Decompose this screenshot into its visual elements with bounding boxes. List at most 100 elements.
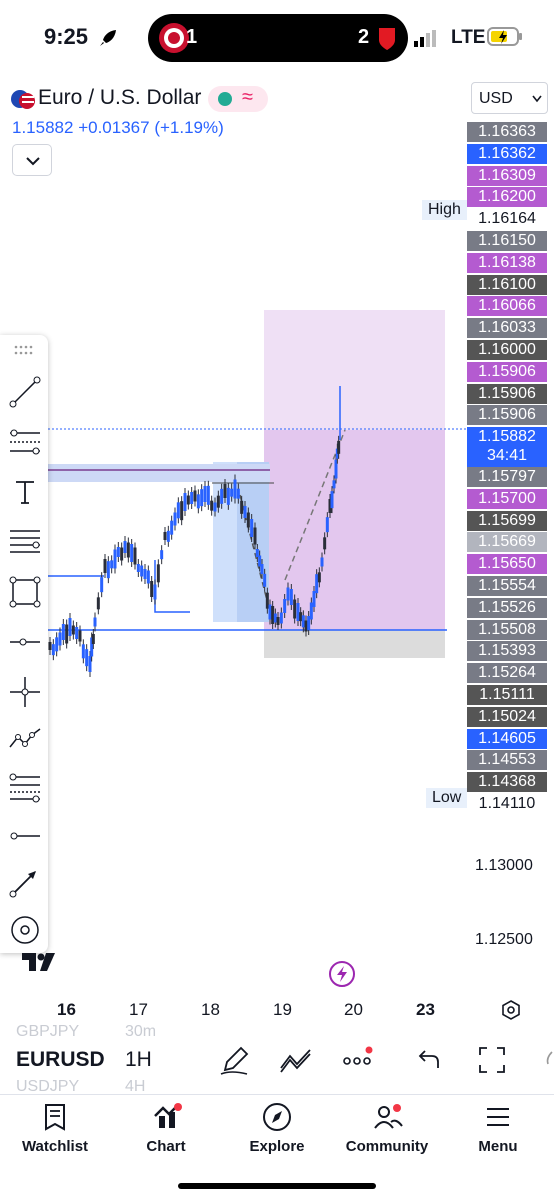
candle [143, 569, 147, 579]
tab-chart[interactable]: Chart [116, 1098, 216, 1158]
price-label: 1.15508 [467, 619, 547, 640]
candle [183, 493, 187, 511]
price-label: 1.14605 [467, 728, 547, 749]
home-indicator [178, 1183, 376, 1189]
candle [123, 541, 127, 553]
candle [206, 485, 210, 505]
range-box-inner[interactable] [237, 462, 269, 622]
candle [166, 530, 170, 542]
tab-label: Watchlist [21, 1138, 89, 1155]
candle [226, 487, 230, 505]
candle [243, 506, 247, 518]
candle [263, 573, 267, 587]
candle [106, 561, 110, 579]
price-label: 1.15393 [467, 641, 547, 662]
arrow-icon[interactable] [8, 865, 42, 899]
candle [170, 520, 174, 535]
price-label: 1.14368 [467, 772, 547, 793]
tab-menu[interactable]: Menu [448, 1098, 548, 1158]
candle [103, 559, 107, 573]
candle [330, 491, 334, 509]
pattern-icon[interactable] [8, 723, 42, 757]
indicators-icon[interactable] [278, 1042, 314, 1078]
price-label: 1.16150 [467, 231, 547, 251]
tab-community[interactable]: Community [337, 1098, 437, 1158]
candle [246, 512, 250, 528]
candle [78, 630, 82, 642]
price-label: 1.16066 [467, 296, 547, 317]
price-label: 1.15906 [467, 361, 547, 382]
price-label: 1.15554 [467, 576, 547, 596]
fullscreen-icon[interactable] [474, 1042, 510, 1078]
stop-zone[interactable] [264, 630, 445, 658]
watchlist-icon [45, 1104, 65, 1131]
candle [110, 560, 114, 569]
tab-explore[interactable]: Explore [227, 1098, 327, 1158]
draw-pen-icon[interactable] [217, 1042, 253, 1078]
candle [65, 624, 69, 644]
crosshair-icon[interactable] [8, 675, 42, 709]
price-label: 1.16362 [467, 143, 547, 164]
candle [55, 637, 59, 652]
candle [325, 517, 329, 533]
candle [130, 544, 134, 562]
bracket-line[interactable] [154, 560, 190, 613]
price-scale[interactable]: 1.16363 1.16362 1.16309 1.16200 1.16164 1.161… [466, 118, 547, 814]
price-label: 1.14553 [467, 750, 547, 771]
lightning-icon[interactable] [328, 960, 356, 988]
horizontal-lines-icon[interactable] [8, 525, 42, 559]
undo-icon[interactable] [412, 1042, 448, 1078]
tab-label: Explore [249, 1138, 305, 1155]
candle [48, 642, 52, 650]
rectangle-icon[interactable] [8, 575, 42, 609]
price-label: 1.16309 [467, 165, 547, 186]
candle [317, 572, 321, 583]
settings-icon[interactable] [500, 999, 522, 1021]
drag-handle-icon[interactable] [14, 345, 34, 357]
candle [315, 574, 319, 594]
trend-line-icon[interactable] [8, 375, 42, 409]
interval-picker[interactable]: 1H [125, 1048, 152, 1072]
candle [210, 500, 214, 511]
horizontal-ray-icon[interactable] [8, 625, 42, 659]
candle [133, 547, 137, 565]
candle [279, 612, 283, 624]
price-label: 1.16033 [467, 318, 547, 339]
price-label: 1.16000 [467, 340, 547, 360]
price-label: 1.15526 [467, 597, 547, 618]
menu-icon [487, 1108, 509, 1126]
eye-icon[interactable] [8, 913, 42, 947]
candle [113, 549, 117, 569]
candle [68, 618, 72, 636]
more-icon[interactable] [340, 1042, 376, 1078]
symbol-picker[interactable]: EURUSD [16, 1048, 105, 1072]
x-axis-label: 16 [57, 1000, 76, 1019]
candle [307, 616, 311, 630]
target-zone[interactable] [264, 310, 445, 430]
candle [299, 612, 303, 622]
x-axis-label: 18 [201, 1000, 220, 1019]
horizontal-line-icon[interactable] [8, 819, 42, 853]
candle [186, 495, 190, 505]
fib-levels-icon[interactable] [8, 771, 42, 805]
x-axis-label: 20 [344, 1000, 363, 1019]
candle [216, 495, 220, 508]
scroll-right-icon[interactable] [538, 1042, 554, 1078]
text-icon[interactable] [8, 475, 42, 509]
candle [163, 532, 167, 540]
candle [260, 564, 264, 574]
tab-watchlist[interactable]: Watchlist [5, 1098, 105, 1158]
price-label: 1.15024 [467, 706, 547, 727]
candle [81, 644, 85, 659]
candle [273, 613, 277, 623]
tab-label: Community [345, 1138, 429, 1155]
fib-retracement-icon[interactable] [8, 425, 42, 459]
candle [223, 484, 227, 498]
price-label: 1.15669 [467, 532, 547, 553]
axis-tick: 1.13000 [475, 857, 533, 874]
resistance-band[interactable] [48, 464, 270, 482]
candle [233, 479, 237, 499]
candle [120, 547, 124, 561]
candle [337, 440, 341, 454]
candle [220, 488, 224, 504]
